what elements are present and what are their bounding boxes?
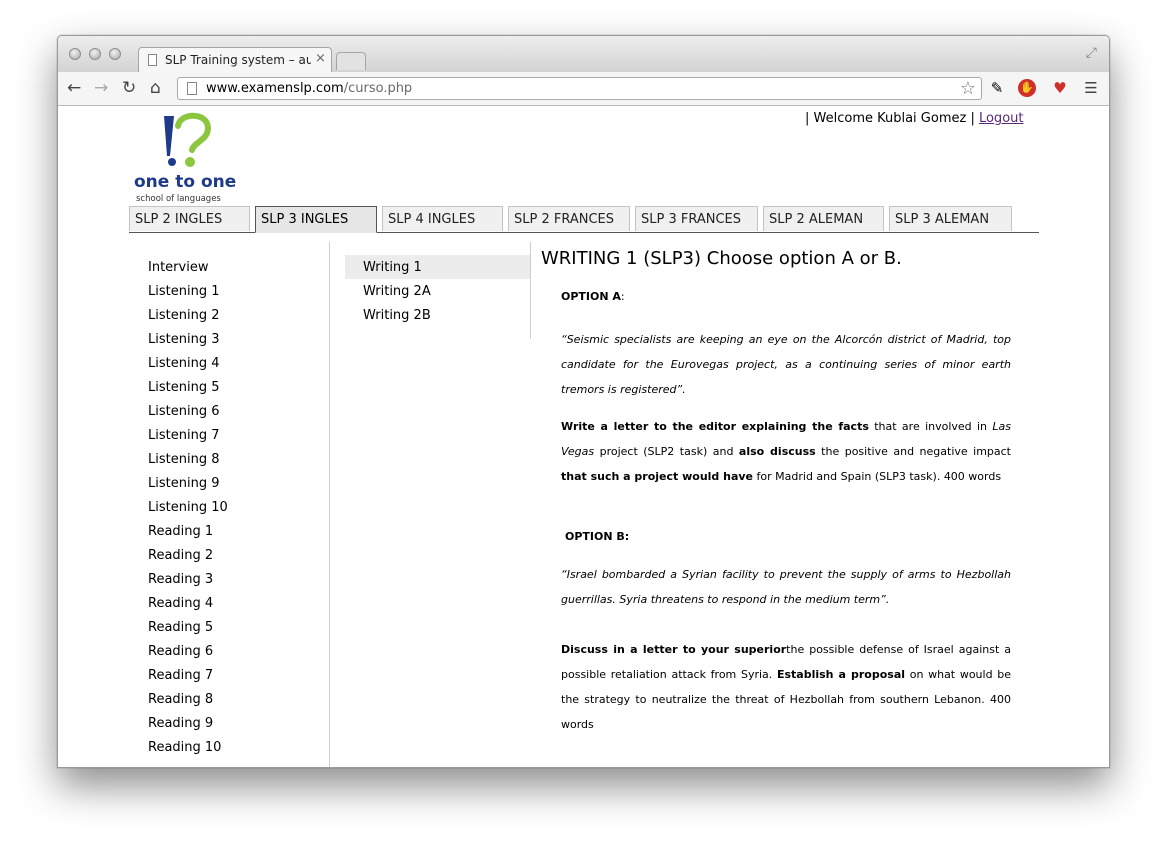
sidebar-item-reading-5[interactable]: Reading 5 — [148, 620, 213, 635]
page-content: one to one school of languages | Welcome… — [58, 106, 1109, 767]
eyedropper-icon[interactable]: ✎ — [988, 79, 1006, 97]
home-icon[interactable]: ⌂ — [150, 78, 161, 98]
sidebar-item-listening-7[interactable]: Listening 7 — [148, 428, 219, 443]
sidebar-item-listening-5[interactable]: Listening 5 — [148, 380, 219, 395]
tab-slp-3-aleman[interactable]: SLP 3 ALEMAN — [889, 206, 1012, 231]
sidebar-item-reading-3[interactable]: Reading 3 — [148, 572, 213, 587]
subnav-item-writing-2b[interactable]: Writing 2B — [345, 303, 530, 327]
welcome-text: | Welcome Kublai Gomez | — [805, 111, 975, 126]
page-title: WRITING 1 (SLP3) Choose option A or B. — [541, 248, 902, 269]
sidebar: Interview Listening 1 Listening 2 Listening… — [58, 242, 330, 767]
option-b-task: Discuss in a letter to your superiorthe … — [561, 643, 1011, 731]
option-b-quote: “Israel bombarded a Syrian facility to p… — [561, 568, 1011, 606]
subnav-item-writing-2a[interactable]: Writing 2A — [345, 279, 530, 303]
page-icon — [187, 82, 197, 95]
tab-slp-2-frances[interactable]: SLP 2 FRANCES — [508, 206, 630, 231]
sidebar-item-listening-3[interactable]: Listening 3 — [148, 332, 219, 347]
sidebar-item-reading-4[interactable]: Reading 4 — [148, 596, 213, 611]
new-tab-button[interactable] — [336, 52, 366, 70]
course-tabs: SLP 2 INGLES SLP 3 INGLES SLP 4 INGLES SLP … — [129, 206, 1039, 233]
url-text[interactable]: www.examenslp.com/curso.php — [206, 81, 412, 96]
sidebar-item-reading-7[interactable]: Reading 7 — [148, 668, 213, 683]
title-bar: SLP Training system – aula × ⤢ — [58, 36, 1109, 72]
browser-toolbar: ← → ↻ ⌂ www.examenslp.com/curso.php ☆ ✎ … — [58, 72, 1109, 106]
tab-slp-2-ingles[interactable]: SLP 2 INGLES — [129, 206, 250, 231]
sidebar-item-reading-2[interactable]: Reading 2 — [148, 548, 213, 563]
heart-extension-icon[interactable]: ♥ — [1051, 79, 1069, 97]
minimize-window-button[interactable] — [89, 48, 101, 60]
fullscreen-icon[interactable]: ⤢ — [1086, 45, 1097, 61]
welcome-bar: | Welcome Kublai Gomez | Logout — [805, 111, 1023, 126]
tab-slp-3-ingles[interactable]: SLP 3 INGLES — [255, 206, 377, 233]
address-bar[interactable]: www.examenslp.com/curso.php ☆ — [177, 77, 982, 100]
forward-icon[interactable]: → — [94, 78, 108, 98]
sidebar-item-listening-8[interactable]: Listening 8 — [148, 452, 219, 467]
subnav: Writing 1 Writing 2A Writing 2B — [345, 242, 531, 339]
school-logo[interactable]: one to one school of languages — [128, 112, 253, 204]
logo-text-school: school of languages — [136, 194, 221, 204]
tab-slp-4-ingles[interactable]: SLP 4 INGLES — [382, 206, 503, 231]
option-a-heading: OPTION A: — [561, 290, 625, 303]
sidebar-item-listening-9[interactable]: Listening 9 — [148, 476, 219, 491]
option-b-heading: OPTION B: — [565, 530, 630, 543]
sidebar-item-reading-8[interactable]: Reading 8 — [148, 692, 213, 707]
sidebar-item-reading-10[interactable]: Reading 10 — [148, 740, 221, 755]
zoom-window-button[interactable] — [109, 48, 121, 60]
tab-slp-2-aleman[interactable]: SLP 2 ALEMAN — [763, 206, 884, 231]
logo-text-one: one to one — [134, 172, 236, 192]
option-a-task: Write a letter to the editor explaining … — [561, 420, 1011, 483]
browser-window: SLP Training system – aula × ⤢ ← → ↻ ⌂ w… — [57, 35, 1110, 768]
logo-mark-icon: one to one school of languages — [134, 112, 236, 204]
sidebar-item-listening-1[interactable]: Listening 1 — [148, 284, 219, 299]
sidebar-item-listening-6[interactable]: Listening 6 — [148, 404, 219, 419]
back-icon[interactable]: ← — [67, 78, 81, 98]
sidebar-item-listening-4[interactable]: Listening 4 — [148, 356, 219, 371]
sidebar-item-reading-9[interactable]: Reading 9 — [148, 716, 213, 731]
browser-tab[interactable]: SLP Training system – aula × — [138, 47, 332, 72]
tab-title: SLP Training system – aula — [165, 53, 311, 67]
subnav-item-writing-1[interactable]: Writing 1 — [345, 255, 530, 279]
page-icon — [148, 54, 157, 66]
reload-icon[interactable]: ↻ — [122, 78, 136, 98]
close-tab-icon[interactable]: × — [315, 51, 326, 66]
sidebar-item-reading-6[interactable]: Reading 6 — [148, 644, 213, 659]
sidebar-item-listening-10[interactable]: Listening 10 — [148, 500, 228, 515]
star-icon[interactable]: ☆ — [960, 78, 976, 99]
tab-slp-3-frances[interactable]: SLP 3 FRANCES — [635, 206, 758, 231]
menu-icon[interactable]: ☰ — [1082, 79, 1100, 97]
option-a-quote: “Seismic specialists are keeping an eye … — [561, 333, 1011, 396]
close-window-button[interactable] — [69, 48, 81, 60]
sidebar-item-reading-1[interactable]: Reading 1 — [148, 524, 213, 539]
stop-extension-icon[interactable]: ✋ — [1018, 79, 1036, 97]
logout-link[interactable]: Logout — [979, 111, 1024, 126]
sidebar-item-interview[interactable]: Interview — [148, 260, 208, 275]
sidebar-item-listening-2[interactable]: Listening 2 — [148, 308, 219, 323]
